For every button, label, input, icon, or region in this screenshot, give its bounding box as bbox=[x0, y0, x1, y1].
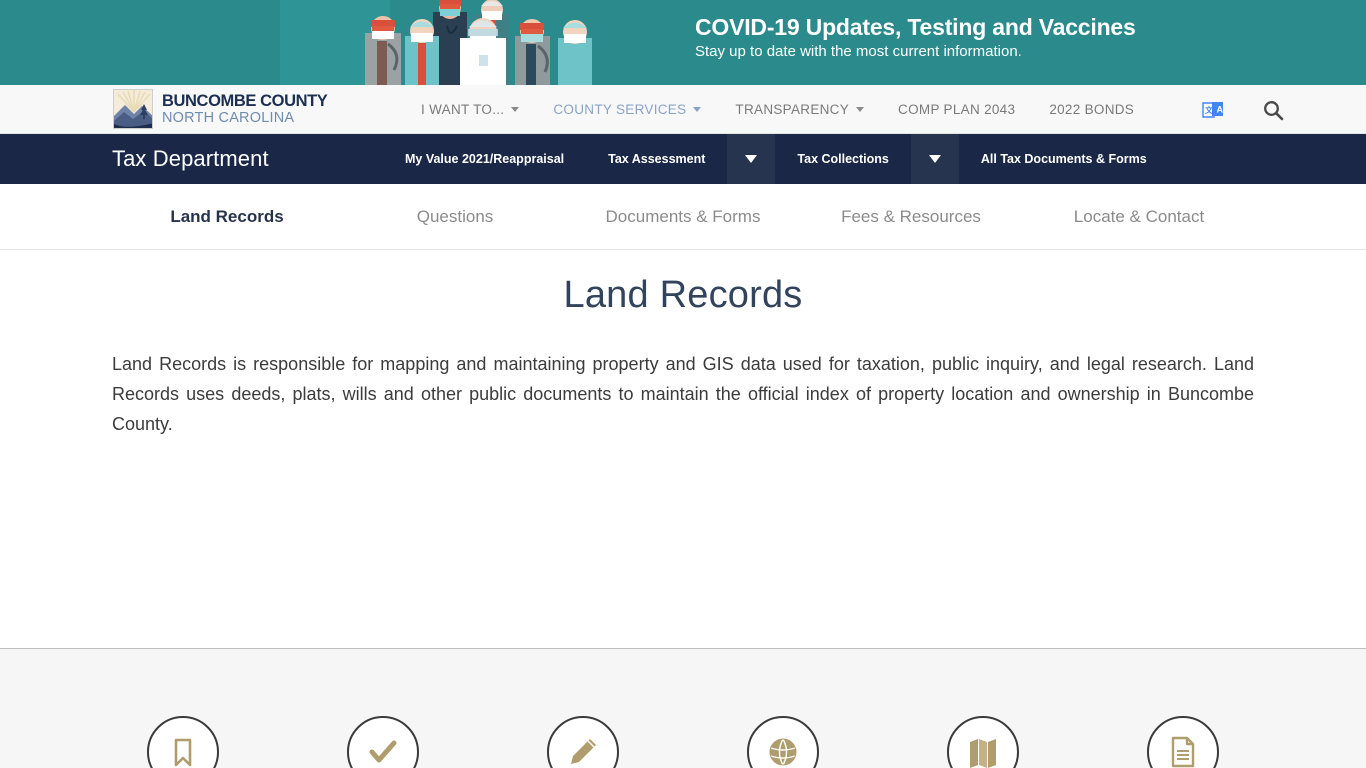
page-content: Land Records Land Records is responsible… bbox=[0, 250, 1366, 768]
nav-item-comp-plan-2043[interactable]: COMP PLAN 2043 bbox=[881, 102, 1032, 117]
healthcare-workers-illustration bbox=[270, 0, 670, 85]
dept-dropdown-toggle-tax-assessment[interactable] bbox=[727, 134, 776, 184]
tab-locate-contact[interactable]: Locate & Contact bbox=[1074, 207, 1204, 227]
tab-questions[interactable]: Questions bbox=[417, 207, 494, 227]
quick-link-globe[interactable] bbox=[747, 716, 819, 768]
dept-item-my-value-reappraisal[interactable]: My Value 2021/Reappraisal bbox=[383, 134, 586, 184]
brand-state: NORTH CAROLINA bbox=[162, 109, 295, 126]
nav-item-label: COMP PLAN 2043 bbox=[898, 102, 1016, 117]
department-title: Tax Department bbox=[112, 146, 269, 171]
department-navigation-bar: Tax Department My Value 2021/Reappraisal… bbox=[0, 134, 1366, 200]
globe-icon bbox=[769, 738, 797, 767]
svg-text:文: 文 bbox=[1205, 105, 1214, 115]
buncombe-county-seal-icon bbox=[113, 89, 153, 129]
nav-item-label: TRANSPARENCY bbox=[735, 102, 850, 117]
google-translate-icon[interactable]: A 文 bbox=[1202, 99, 1224, 121]
covid-banner[interactable]: COVID-19 Updates, Testing and Vaccines S… bbox=[0, 0, 1366, 85]
quick-link-check[interactable] bbox=[347, 716, 419, 768]
nav-item-label: 2022 BONDS bbox=[1049, 102, 1135, 117]
nav-item-transparency[interactable]: TRANSPARENCY bbox=[718, 102, 881, 117]
check-icon bbox=[369, 740, 397, 763]
quick-link-document[interactable] bbox=[1147, 716, 1219, 768]
page-title: Land Records bbox=[563, 274, 803, 316]
dept-dropdown-toggle-tax-collections[interactable] bbox=[910, 134, 959, 184]
tab-documents-forms[interactable]: Documents & Forms bbox=[606, 207, 761, 227]
search-icon[interactable] bbox=[1262, 99, 1284, 121]
brand-wordmark: BUNCOMBE COUNTY NORTH CAROLINA bbox=[162, 91, 328, 127]
nav-item-label: COUNTY SERVICES bbox=[553, 102, 687, 117]
nav-item-2022-bonds[interactable]: 2022 BONDS bbox=[1032, 102, 1151, 117]
dept-item-label: Tax Assessment bbox=[608, 152, 706, 166]
chevron-down-icon bbox=[693, 107, 702, 112]
nav-item-county-services[interactable]: COUNTY SERVICES bbox=[536, 102, 718, 117]
covid-banner-subtitle: Stay up to date with the most current in… bbox=[695, 43, 1022, 60]
quick-links-icon-strip bbox=[0, 648, 1366, 768]
pencil-icon bbox=[571, 739, 596, 764]
dept-item-tax-assessment[interactable]: Tax Assessment bbox=[586, 134, 727, 184]
map-icon bbox=[970, 739, 996, 768]
dept-item-label: Tax Collections bbox=[797, 152, 889, 166]
section-tabs: Land Records Questions Documents & Forms… bbox=[0, 184, 1366, 250]
chevron-down-icon bbox=[511, 107, 520, 112]
primary-nav-links: I WANT TO... COUNTY SERVICES TRANSPARENC… bbox=[404, 85, 1151, 134]
dept-item-label: All Tax Documents & Forms bbox=[980, 152, 1147, 166]
document-icon bbox=[1171, 736, 1195, 768]
quick-link-bookmark[interactable] bbox=[147, 716, 219, 768]
covid-banner-title: COVID-19 Updates, Testing and Vaccines bbox=[695, 14, 1136, 40]
quick-link-pencil[interactable] bbox=[547, 716, 619, 768]
covid-banner-text: COVID-19 Updates, Testing and Vaccines S… bbox=[695, 13, 1136, 62]
main-navigation: BUNCOMBE COUNTY NORTH CAROLINA I WANT TO… bbox=[0, 85, 1366, 134]
department-nav-items: My Value 2021/Reappraisal Tax Assessment… bbox=[383, 134, 1169, 184]
chevron-down-icon bbox=[928, 155, 941, 163]
brand-name: BUNCOMBE COUNTY bbox=[162, 91, 328, 110]
bookmark-icon bbox=[174, 738, 192, 767]
svg-text:A: A bbox=[1217, 104, 1224, 114]
tab-fees-resources[interactable]: Fees & Resources bbox=[841, 207, 981, 227]
nav-item-i-want-to[interactable]: I WANT TO... bbox=[404, 102, 536, 117]
dept-item-tax-collections[interactable]: Tax Collections bbox=[775, 134, 910, 184]
tab-land-records[interactable]: Land Records bbox=[170, 207, 283, 227]
chevron-down-icon bbox=[745, 155, 758, 163]
quick-link-map[interactable] bbox=[947, 716, 1019, 768]
chevron-down-icon bbox=[856, 107, 865, 112]
nav-item-label: I WANT TO... bbox=[421, 102, 505, 117]
site-logo[interactable]: BUNCOMBE COUNTY NORTH CAROLINA bbox=[113, 89, 328, 129]
page-description: Land Records is responsible for mapping … bbox=[112, 354, 1254, 434]
nav-utility-icons: A 文 bbox=[1202, 85, 1284, 134]
dept-item-all-tax-documents-forms[interactable]: All Tax Documents & Forms bbox=[959, 134, 1169, 184]
dept-item-label: My Value 2021/Reappraisal bbox=[405, 152, 565, 166]
